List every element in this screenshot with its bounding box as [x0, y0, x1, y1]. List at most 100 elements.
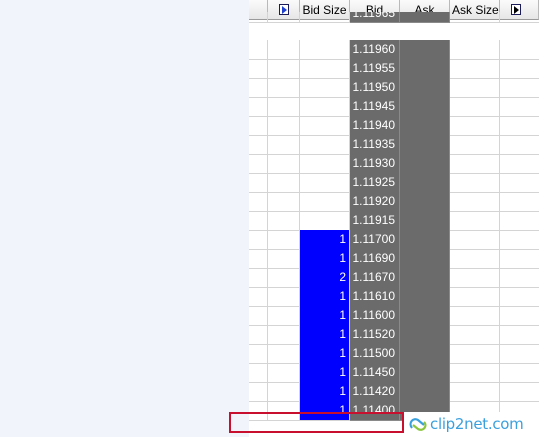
row-blank-cell[interactable] — [268, 287, 300, 307]
ask-size-cell[interactable] — [450, 173, 500, 193]
bid-size-cell[interactable] — [300, 40, 350, 60]
ask-size-cell[interactable] — [450, 40, 500, 60]
row-blank-cell[interactable] — [268, 192, 300, 212]
ask-size-cell[interactable] — [450, 325, 500, 345]
ask-price-cell[interactable] — [400, 116, 450, 136]
ask-size-cell[interactable] — [450, 268, 500, 288]
row-blank-cell[interactable] — [268, 230, 300, 250]
ask-size-cell[interactable] — [450, 154, 500, 174]
ask-price-cell[interactable] — [400, 287, 450, 307]
bid-price-cell[interactable]: 1.11670 — [350, 268, 400, 288]
bid-size-cell[interactable] — [300, 192, 350, 212]
row-marker-cell[interactable] — [249, 306, 268, 326]
ask-price-cell[interactable] — [400, 97, 450, 117]
ask-size-cell[interactable] — [450, 306, 500, 326]
row-marker-cell[interactable] — [249, 287, 268, 307]
row-marker-cell[interactable] — [249, 401, 268, 421]
bid-price-cell[interactable]: 1.11920 — [350, 192, 400, 212]
row-blank-cell[interactable] — [268, 363, 300, 383]
bid-size-cell[interactable] — [300, 135, 350, 155]
row-end-cell[interactable] — [500, 78, 539, 98]
ask-price-cell[interactable] — [400, 211, 450, 231]
row-end-cell[interactable] — [500, 116, 539, 136]
row-blank-cell[interactable] — [268, 306, 300, 326]
row-marker-cell[interactable] — [249, 344, 268, 364]
bid-size-cell[interactable]: 1 — [300, 230, 350, 250]
row-blank-cell[interactable] — [268, 12, 300, 23]
row-end-cell[interactable] — [500, 40, 539, 60]
ask-price-cell[interactable] — [400, 306, 450, 326]
row-end-cell[interactable] — [500, 382, 539, 402]
bid-size-cell[interactable]: 1 — [300, 249, 350, 269]
bid-size-cell[interactable]: 1 — [300, 344, 350, 364]
bid-price-cell[interactable]: 1.11935 — [350, 135, 400, 155]
ask-price-cell[interactable] — [400, 325, 450, 345]
bid-size-cell[interactable]: 1 — [300, 325, 350, 345]
ask-price-cell[interactable] — [400, 12, 450, 23]
row-marker-cell[interactable] — [249, 12, 268, 23]
row-end-cell[interactable] — [500, 325, 539, 345]
bid-size-cell[interactable] — [300, 12, 350, 23]
row-end-cell[interactable] — [500, 287, 539, 307]
bid-price-cell[interactable]: 1.11955 — [350, 59, 400, 79]
bid-size-cell[interactable] — [300, 116, 350, 136]
row-marker-cell[interactable] — [249, 97, 268, 117]
row-blank-cell[interactable] — [268, 401, 300, 421]
row-marker-cell[interactable] — [249, 211, 268, 231]
row-end-cell[interactable] — [500, 306, 539, 326]
row-end-cell[interactable] — [500, 154, 539, 174]
ask-size-cell[interactable] — [450, 116, 500, 136]
row-marker-cell[interactable] — [249, 249, 268, 269]
row-end-cell[interactable] — [500, 135, 539, 155]
bid-price-cell[interactable]: 1.11400 — [350, 401, 400, 421]
row-end-cell[interactable] — [500, 249, 539, 269]
ask-price-cell[interactable] — [400, 249, 450, 269]
bid-size-cell[interactable] — [300, 154, 350, 174]
bid-price-cell[interactable]: 1.11915 — [350, 211, 400, 231]
ask-size-cell[interactable] — [450, 382, 500, 402]
bid-size-cell[interactable]: 1 — [300, 382, 350, 402]
bid-size-cell[interactable] — [300, 211, 350, 231]
row-end-cell[interactable] — [500, 173, 539, 193]
bid-price-cell[interactable]: 1.11690 — [350, 249, 400, 269]
row-end-cell[interactable] — [500, 268, 539, 288]
row-marker-cell[interactable] — [249, 78, 268, 98]
row-end-cell[interactable] — [500, 12, 539, 23]
row-marker-cell[interactable] — [249, 268, 268, 288]
ask-size-cell[interactable] — [450, 59, 500, 79]
row-blank-cell[interactable] — [268, 268, 300, 288]
bid-price-cell[interactable]: 1.11500 — [350, 344, 400, 364]
ask-size-cell[interactable] — [450, 230, 500, 250]
row-end-cell[interactable] — [500, 230, 539, 250]
bid-price-cell[interactable]: 1.11950 — [350, 78, 400, 98]
row-end-cell[interactable] — [500, 211, 539, 231]
bid-size-cell[interactable] — [300, 97, 350, 117]
bid-price-cell[interactable]: 1.11610 — [350, 287, 400, 307]
ask-price-cell[interactable] — [400, 135, 450, 155]
ask-price-cell[interactable] — [400, 154, 450, 174]
row-end-cell[interactable] — [500, 59, 539, 79]
row-blank-cell[interactable] — [268, 154, 300, 174]
bid-price-cell[interactable]: 1.11940 — [350, 116, 400, 136]
ask-size-cell[interactable] — [450, 211, 500, 231]
ask-size-cell[interactable] — [450, 287, 500, 307]
ask-price-cell[interactable] — [400, 59, 450, 79]
row-blank-cell[interactable] — [268, 325, 300, 345]
ask-size-cell[interactable] — [450, 78, 500, 98]
bid-size-cell[interactable]: 1 — [300, 363, 350, 383]
bid-size-cell[interactable]: 2 — [300, 268, 350, 288]
bid-size-cell[interactable] — [300, 78, 350, 98]
row-marker-cell[interactable] — [249, 135, 268, 155]
bid-size-cell[interactable]: 1 — [300, 306, 350, 326]
ask-price-cell[interactable] — [400, 40, 450, 60]
bid-size-cell[interactable]: 1 — [300, 401, 350, 421]
ask-price-cell[interactable] — [400, 173, 450, 193]
row-blank-cell[interactable] — [268, 97, 300, 117]
row-end-cell[interactable] — [500, 363, 539, 383]
ask-price-cell[interactable] — [400, 268, 450, 288]
ask-size-cell[interactable] — [450, 97, 500, 117]
row-end-cell[interactable] — [500, 97, 539, 117]
row-blank-cell[interactable] — [268, 135, 300, 155]
row-blank-cell[interactable] — [268, 116, 300, 136]
bid-size-cell[interactable] — [300, 59, 350, 79]
